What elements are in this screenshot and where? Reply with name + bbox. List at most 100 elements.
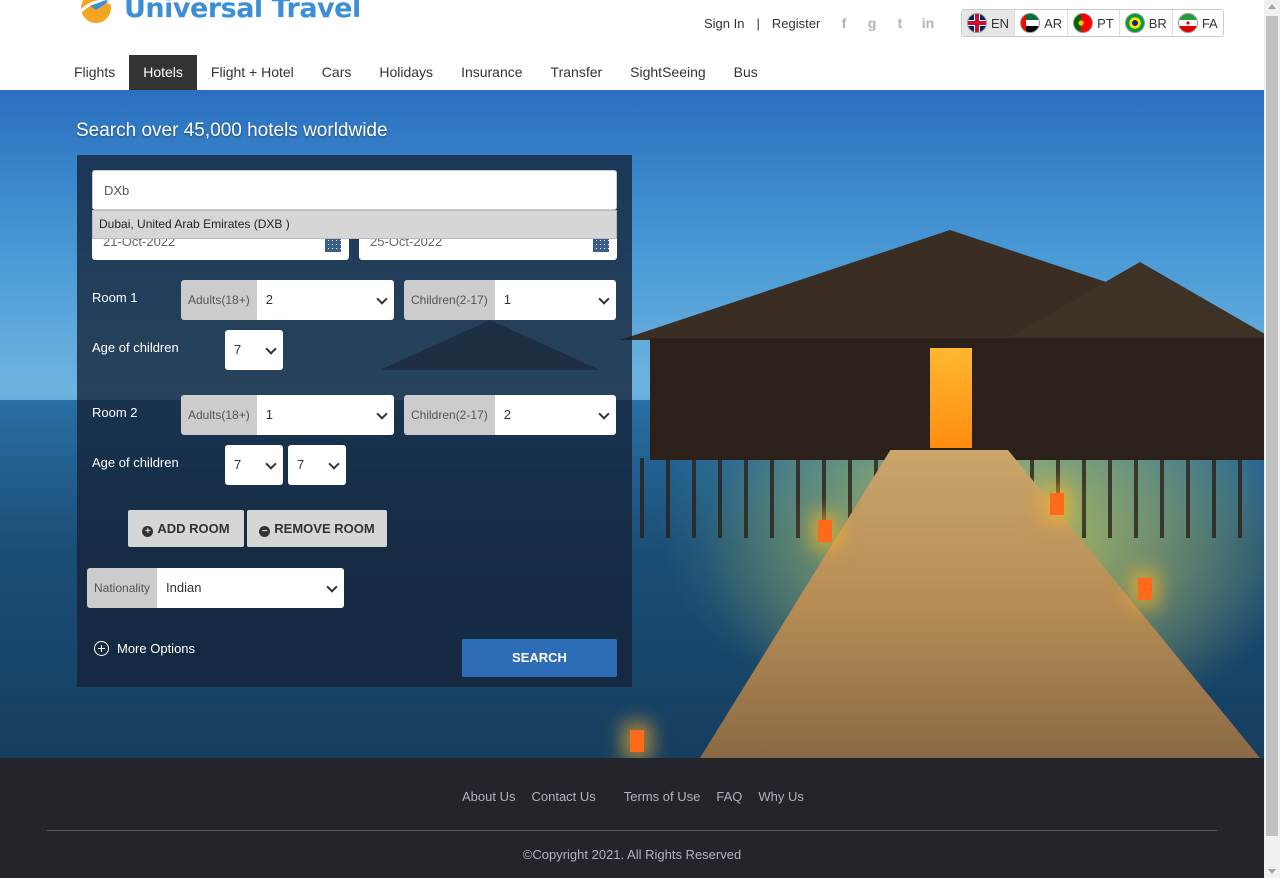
site-footer: About Us Contact Us Terms of Use FAQ Why… (0, 758, 1264, 878)
portugal-flag-icon (1073, 13, 1094, 33)
scroll-thumb[interactable] (1266, 16, 1278, 836)
register-link[interactable]: Register (772, 16, 820, 31)
children-value-text: 2 (503, 407, 511, 422)
adults-value[interactable]: 1 (256, 395, 394, 435)
lang-label: FA (1201, 15, 1218, 31)
calendar-icon[interactable] (593, 238, 609, 252)
footer-link-contact[interactable]: Contact Us (531, 789, 595, 804)
search-button[interactable]: SEARCH (462, 639, 617, 677)
brand-name: Universal Travel (124, 0, 361, 24)
nav-bus[interactable]: Bus (720, 55, 772, 90)
add-room-button[interactable]: + ADD ROOM (128, 510, 244, 547)
main-nav: Flights Hotels Flight + Hotel Cars Holid… (60, 55, 772, 90)
plane-logo-icon (78, 0, 115, 23)
child-age-value: 7 (234, 457, 242, 472)
google-icon[interactable]: g (864, 15, 880, 31)
children-value-text: 1 (503, 292, 511, 307)
language-switcher: EN AR PT BR FA (961, 9, 1224, 37)
lang-label: BR (1148, 15, 1167, 31)
lang-en[interactable]: EN (962, 10, 1016, 36)
adults-addon: Adults(18+) (181, 280, 257, 320)
footer-divider (47, 830, 1217, 831)
chevron-down-icon (598, 408, 610, 420)
auth-links: Sign In | Register (704, 16, 820, 31)
footer-link-why[interactable]: Why Us (758, 789, 804, 804)
room-2-children-select[interactable]: Children(2-17) 2 (404, 395, 616, 435)
plus-circle-icon: + (142, 526, 154, 537)
page-scrollbar[interactable] (1264, 0, 1280, 878)
adults-addon: Adults(18+) (181, 395, 257, 435)
social-links: f g t in (836, 15, 936, 31)
footer-link-about[interactable]: About Us (462, 789, 515, 804)
destination-suggestion[interactable]: Dubai, United Arab Emirates (DXB ) (92, 210, 617, 239)
chevron-down-icon (376, 293, 388, 305)
scroll-up-icon[interactable] (1268, 4, 1276, 9)
adults-value-text: 1 (265, 407, 273, 422)
room-1-ages-label: Age of children (92, 340, 179, 355)
facebook-icon[interactable]: f (836, 15, 852, 31)
chevron-down-icon (265, 343, 277, 355)
uk-flag-icon (967, 13, 987, 33)
hero-lamp (818, 520, 832, 542)
linkedin-icon[interactable]: in (920, 15, 936, 31)
nav-flights[interactable]: Flights (60, 55, 129, 90)
iran-flag-icon (1177, 13, 1198, 33)
hero-bungalow-roof-right (1010, 262, 1264, 337)
hero-banner: Search over 45,000 hotels worldwide DXb … (0, 90, 1264, 758)
hero-lamp (1050, 493, 1064, 515)
destination-input[interactable]: DXb (92, 170, 617, 210)
lang-ar[interactable]: AR (1015, 10, 1069, 36)
room-2-child-age-select-2[interactable]: 7 (288, 445, 346, 485)
nav-holidays[interactable]: Holidays (365, 55, 447, 90)
children-addon: Children(2-17) (404, 280, 495, 320)
child-age-value: 7 (234, 342, 242, 357)
room-1-children-select[interactable]: Children(2-17) 1 (404, 280, 616, 320)
adults-value-text: 2 (265, 292, 273, 307)
brazil-flag-icon (1124, 13, 1145, 33)
lang-label: EN (991, 15, 1010, 31)
nav-flight-hotel[interactable]: Flight + Hotel (197, 55, 308, 90)
nav-sightseeing[interactable]: SightSeeing (616, 55, 720, 90)
hero-lit-door (930, 348, 972, 448)
more-options-toggle[interactable]: + More Options (94, 641, 195, 656)
hotel-search-panel: DXb Dubai, United Arab Emirates (DXB ) 2… (77, 155, 632, 687)
hero-lamp (1138, 578, 1152, 600)
nationality-value[interactable]: Indian (157, 568, 344, 608)
nav-transfer[interactable]: Transfer (537, 55, 617, 90)
nationality-select[interactable]: Nationality Indian (87, 568, 344, 608)
room-1-child-age-select[interactable]: 7 (225, 330, 283, 370)
calendar-icon[interactable] (325, 238, 341, 252)
chevron-down-icon (326, 581, 338, 593)
room-2-label: Room 2 (92, 405, 138, 420)
footer-link-faq[interactable]: FAQ (716, 789, 742, 804)
twitter-icon[interactable]: t (892, 15, 908, 31)
room-2-adults-select[interactable]: Adults(18+) 1 (181, 395, 394, 435)
sign-in-link[interactable]: Sign In (704, 16, 744, 31)
nationality-value-text: Indian (166, 580, 202, 595)
room-1-label: Room 1 (92, 290, 138, 305)
site-header: Universal Travel Sign In | Register f g … (0, 0, 1264, 90)
hero-lamp (630, 730, 644, 752)
nav-insurance[interactable]: Insurance (447, 55, 536, 90)
chevron-down-icon (598, 293, 610, 305)
lang-label: PT (1097, 15, 1114, 31)
chevron-down-icon (265, 458, 277, 470)
remove-room-button[interactable]: − REMOVE ROOM (247, 510, 387, 547)
lang-pt[interactable]: PT (1068, 10, 1120, 36)
lang-br[interactable]: BR (1120, 10, 1173, 36)
nav-hotels[interactable]: Hotels (129, 55, 197, 90)
lang-fa[interactable]: FA (1173, 10, 1223, 36)
children-value[interactable]: 2 (494, 395, 616, 435)
footer-link-terms[interactable]: Terms of Use (624, 789, 701, 804)
adults-value[interactable]: 2 (256, 280, 394, 320)
scroll-down-icon[interactable] (1268, 869, 1276, 874)
room-1-adults-select[interactable]: Adults(18+) 2 (181, 280, 394, 320)
children-value[interactable]: 1 (494, 280, 616, 320)
nav-cars[interactable]: Cars (308, 55, 366, 90)
room-2-child-age-select-1[interactable]: 7 (225, 445, 283, 485)
logo[interactable]: Universal Travel (76, 0, 361, 26)
uae-flag-icon (1020, 13, 1041, 33)
copyright: ©Copyright 2021. All Rights Reserved (522, 847, 742, 862)
room-2-ages-label: Age of children (92, 455, 179, 470)
lang-label: AR (1044, 15, 1063, 31)
